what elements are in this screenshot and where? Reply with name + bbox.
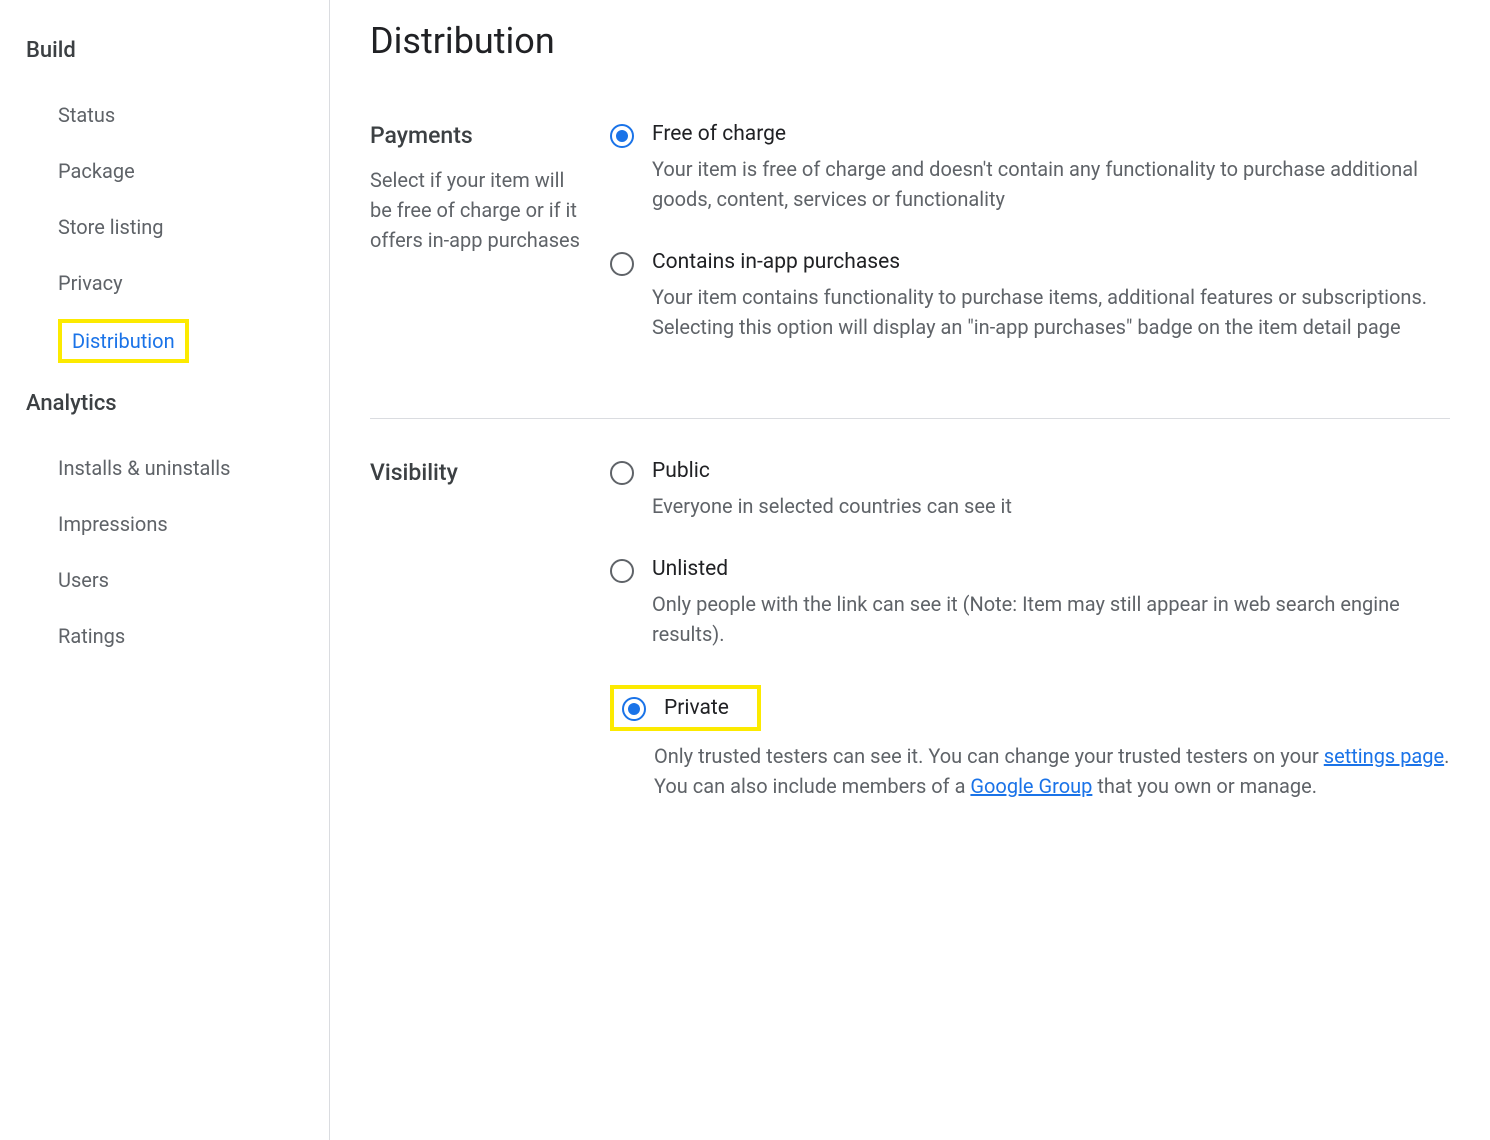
nav-item-users[interactable]: Users bbox=[58, 552, 109, 608]
nav-section-build: Build Status Package Store listing Priva… bbox=[26, 38, 329, 371]
visibility-option-public-sub: Everyone in selected countries can see i… bbox=[652, 491, 1450, 521]
sidebar: Build Status Package Store listing Priva… bbox=[0, 0, 330, 1140]
visibility-option-public-title: Public bbox=[652, 459, 1450, 483]
private-highlight: Private bbox=[610, 685, 761, 731]
visibility-heading: Visibility bbox=[370, 459, 590, 486]
nav-item-impressions[interactable]: Impressions bbox=[58, 496, 168, 552]
nav-item-privacy[interactable]: Privacy bbox=[58, 255, 123, 311]
radio-iap[interactable] bbox=[610, 252, 634, 276]
nav-item-installs[interactable]: Installs & uninstalls bbox=[58, 440, 230, 496]
visibility-option-private[interactable]: Private Only trusted testers can see it.… bbox=[610, 685, 1450, 801]
payments-option-free-sub: Your item is free of charge and doesn't … bbox=[652, 154, 1450, 214]
radio-unlisted[interactable] bbox=[610, 559, 634, 583]
radio-private[interactable] bbox=[622, 697, 646, 721]
payments-heading: Payments bbox=[370, 122, 590, 149]
nav-item-store-listing[interactable]: Store listing bbox=[58, 199, 164, 255]
nav-section-header-analytics: Analytics bbox=[26, 391, 329, 416]
radio-free[interactable] bbox=[610, 124, 634, 148]
private-sub-text-1: Only trusted testers can see it. You can… bbox=[654, 744, 1324, 768]
main-content: Distribution Payments Select if your ite… bbox=[330, 0, 1490, 1140]
nav-item-ratings[interactable]: Ratings bbox=[58, 608, 125, 664]
payments-section: Payments Select if your item will be fre… bbox=[370, 122, 1450, 418]
nav-item-package[interactable]: Package bbox=[58, 143, 135, 199]
page-title: Distribution bbox=[370, 20, 1450, 62]
radio-public[interactable] bbox=[610, 461, 634, 485]
google-group-link[interactable]: Google Group bbox=[970, 774, 1092, 798]
visibility-option-unlisted[interactable]: Unlisted Only people with the link can s… bbox=[610, 557, 1450, 649]
nav-item-distribution[interactable]: Distribution bbox=[58, 319, 189, 363]
visibility-section: Visibility Public Everyone in selected c… bbox=[370, 418, 1450, 877]
payments-option-iap-title: Contains in-app purchases bbox=[652, 250, 1450, 274]
payments-option-free[interactable]: Free of charge Your item is free of char… bbox=[610, 122, 1450, 214]
visibility-option-unlisted-sub: Only people with the link can see it (No… bbox=[652, 589, 1450, 649]
private-sub-text-2: . bbox=[1444, 744, 1449, 768]
settings-page-link[interactable]: settings page bbox=[1324, 744, 1444, 768]
private-sub-text-4: that you own or manage. bbox=[1092, 774, 1317, 798]
payments-option-iap[interactable]: Contains in-app purchases Your item cont… bbox=[610, 250, 1450, 342]
payments-description: Select if your item will be free of char… bbox=[370, 165, 590, 255]
visibility-option-public[interactable]: Public Everyone in selected countries ca… bbox=[610, 459, 1450, 521]
nav-section-analytics: Analytics Installs & uninstalls Impressi… bbox=[26, 391, 329, 664]
payments-option-free-title: Free of charge bbox=[652, 122, 1450, 146]
private-sub-text-3: You can also include members of a bbox=[654, 774, 970, 798]
nav-section-header-build: Build bbox=[26, 38, 329, 63]
nav-item-status[interactable]: Status bbox=[58, 87, 115, 143]
visibility-option-unlisted-title: Unlisted bbox=[652, 557, 1450, 581]
visibility-option-private-sub: Only trusted testers can see it. You can… bbox=[654, 741, 1450, 801]
visibility-option-private-title: Private bbox=[664, 696, 729, 720]
payments-option-iap-sub: Your item contains functionality to purc… bbox=[652, 282, 1450, 342]
